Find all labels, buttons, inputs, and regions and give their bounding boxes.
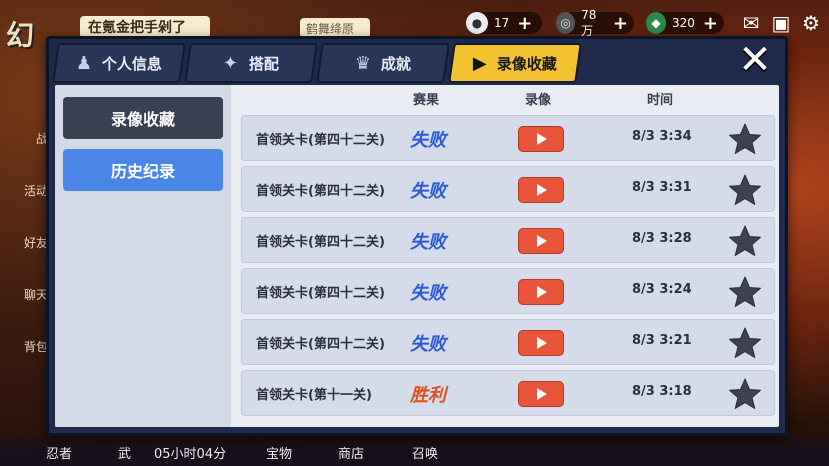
game-logo: 幻 (6, 19, 35, 52)
tab-outfit[interactable]: ✦ 搭配 (184, 43, 318, 83)
table-row: 首领关卡(第十一关) 胜利 8/3 3:18 (241, 370, 775, 416)
nav-shop[interactable]: 商店 (338, 443, 364, 462)
add-jade-button[interactable]: + (703, 13, 718, 34)
play-replay-button[interactable] (518, 177, 564, 203)
top-hud: 幻 在氪金把手剁了 鹤舞绛原 ● 17 + ◎ 78万 + ◆ 320 + ✉ … (0, 0, 829, 53)
favorite-star-icon[interactable] (728, 326, 762, 360)
resource-coin: ◎ 78万 + (556, 8, 634, 38)
tab-replays[interactable]: ▶ 录像收藏 (448, 43, 582, 83)
match-result: 失败 (410, 232, 446, 253)
side-item-bag[interactable]: 背包 (0, 308, 52, 360)
tab-achievements[interactable]: ♛ 成就 (316, 43, 450, 83)
shuriken-icon: ✦ (223, 52, 239, 74)
play-icon (537, 388, 547, 400)
column-header-match: 赛果 (413, 93, 440, 108)
replay-sidebar: 录像收藏 历史纪录 (55, 85, 231, 427)
play-replay-button[interactable] (518, 381, 564, 407)
favorite-star-icon[interactable] (728, 173, 762, 207)
resource-value: 78万 (581, 7, 597, 38)
stage-name: 首领关卡(第四十二关) (256, 133, 385, 148)
resource-jade: ◆ 320 + (646, 12, 724, 34)
match-result: 失败 (410, 130, 446, 151)
record-time: 8/3 3:24 (632, 282, 692, 297)
nav-weapon[interactable]: 武 (118, 443, 131, 462)
resource-rice: ● 17 + (466, 12, 542, 34)
tv-icon[interactable]: ▣ (769, 11, 793, 35)
timer-label: 05小时04分 (154, 447, 227, 462)
play-icon (537, 235, 547, 247)
record-time: 8/3 3:31 (632, 180, 692, 195)
table-row: 首领关卡(第四十二关) 失败 8/3 3:28 (241, 217, 775, 263)
match-result: 失败 (410, 181, 446, 202)
play-icon: ▶ (473, 52, 487, 74)
play-icon (537, 286, 547, 298)
bottom-bar: 忍者 武 05小时04分 宝物 商店 召唤 (0, 432, 829, 466)
nav-treasure[interactable]: 宝物 (266, 443, 292, 462)
stage-name: 首领关卡(第四十二关) (256, 235, 385, 250)
record-time: 8/3 3:28 (632, 231, 692, 246)
stage-name: 首领关卡(第十一关) (256, 388, 372, 403)
event-banner[interactable]: 鹤舞绛原 (300, 18, 370, 38)
close-button[interactable]: ✕ (735, 40, 775, 81)
tab-label: 录像收藏 (496, 54, 557, 73)
modal-content: 录像收藏 历史纪录 赛果 录像 时间 首领关卡(第四十二关) 失败 8/3 3:… (55, 85, 779, 427)
side-item-event[interactable]: 活动 (0, 152, 52, 204)
tab-profile[interactable]: ♟ 个人信息 (52, 43, 186, 83)
nav-ninja[interactable]: 忍者 (46, 443, 72, 462)
trophy-icon: ♛ (354, 52, 372, 74)
stage-name: 首领关卡(第四十二关) (256, 184, 385, 199)
play-icon (537, 133, 547, 145)
play-replay-button[interactable] (518, 330, 564, 356)
nav-summon[interactable]: 召唤 (412, 443, 438, 462)
table-row: 首领关卡(第四十二关) 失败 8/3 3:34 (241, 115, 775, 161)
side-item-friends[interactable]: 好友 (0, 204, 52, 256)
gear-icon[interactable]: ⚙ (799, 11, 823, 35)
jade-icon: ◆ (646, 12, 666, 34)
top-icons: ✉ ▣ ⚙ (739, 11, 823, 35)
tab-bar: ♟ 个人信息 ✦ 搭配 ♛ 成就 ▶ 录像收藏 (52, 43, 582, 85)
sidebar-item-favorites[interactable]: 录像收藏 (63, 97, 223, 139)
table-row: 首领关卡(第四十二关) 失败 8/3 3:21 (241, 319, 775, 365)
play-replay-button[interactable] (518, 228, 564, 254)
guild-banner[interactable]: 在氪金把手剁了 (80, 16, 210, 38)
table-row: 首领关卡(第四十二关) 失败 8/3 3:24 (241, 268, 775, 314)
tab-label: 成就 (381, 54, 412, 73)
resource-value: 320 (672, 16, 695, 30)
column-header-replay: 录像 (525, 93, 552, 108)
match-result: 胜利 (410, 385, 446, 406)
history-list: 赛果 录像 时间 首领关卡(第四十二关) 失败 8/3 3:34 首领关卡(第四… (237, 85, 779, 427)
favorite-star-icon[interactable] (728, 122, 762, 156)
match-result: 失败 (410, 283, 446, 304)
record-time: 8/3 3:18 (632, 384, 692, 399)
table-row: 首领关卡(第四十二关) 失败 8/3 3:31 (241, 166, 775, 212)
play-icon (537, 184, 547, 196)
play-replay-button[interactable] (518, 126, 564, 152)
favorite-star-icon[interactable] (728, 377, 762, 411)
left-side-menu: 战 活动 好友 聊天 背包 (0, 100, 52, 360)
add-rice-button[interactable]: + (517, 13, 532, 34)
coin-icon: ◎ (556, 12, 576, 34)
tab-label: 搭配 (248, 54, 279, 73)
resource-value: 17 (494, 16, 510, 30)
add-coin-button[interactable]: + (613, 13, 628, 34)
stage-name: 首领关卡(第四十二关) (256, 337, 385, 352)
sidebar-item-history[interactable]: 历史纪录 (63, 149, 223, 191)
profile-modal: ♟ 个人信息 ✦ 搭配 ♛ 成就 ▶ 录像收藏 ✕ 录像收藏 历史纪录 赛果 录… (46, 36, 788, 436)
record-rows: 首领关卡(第四十二关) 失败 8/3 3:34 首领关卡(第四十二关) 失败 8… (241, 115, 775, 421)
favorite-star-icon[interactable] (728, 224, 762, 258)
play-icon (537, 337, 547, 349)
profile-icon: ♟ (75, 52, 93, 74)
match-result: 失败 (410, 334, 446, 355)
play-replay-button[interactable] (518, 279, 564, 305)
record-time: 8/3 3:21 (632, 333, 692, 348)
column-header-time: 时间 (647, 93, 674, 108)
mail-icon[interactable]: ✉ (739, 11, 763, 35)
rice-ball-icon: ● (466, 12, 488, 34)
stage-name: 首领关卡(第四十二关) (256, 286, 385, 301)
side-item-chat[interactable]: 聊天 (0, 256, 52, 308)
side-item-battle[interactable]: 战 (0, 100, 52, 152)
record-time: 8/3 3:34 (632, 129, 692, 144)
tab-label: 个人信息 (102, 54, 163, 73)
favorite-star-icon[interactable] (728, 275, 762, 309)
